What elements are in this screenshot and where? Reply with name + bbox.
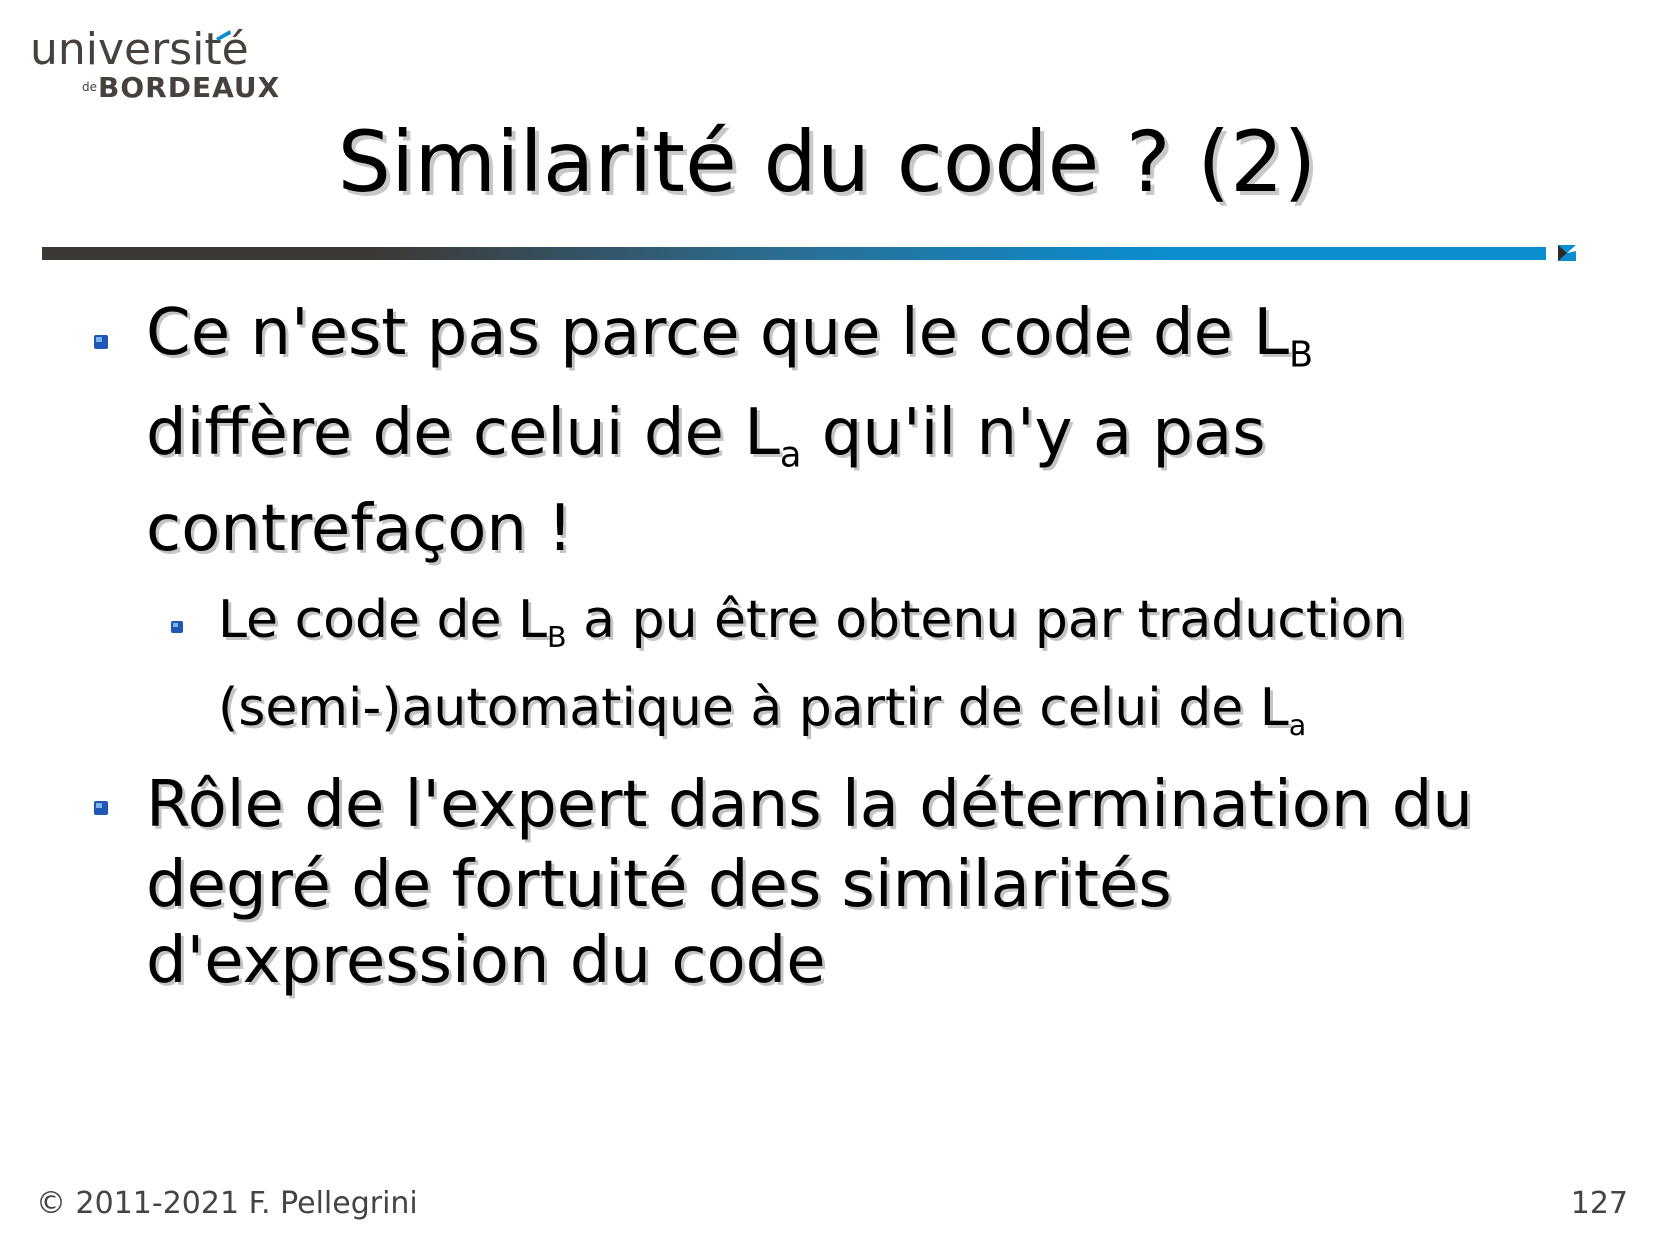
- logo-accent-icon: [216, 30, 231, 41]
- sub-bullet-line-2: (semi-)automatique à partir de celui de …: [218, 678, 1307, 742]
- universite-bordeaux-logo: université de BORDEAUX: [30, 28, 279, 108]
- bullet-2-line-1: Rôle de l'expert dans la détermination d…: [146, 768, 1473, 842]
- divider-end-mark-icon: [1558, 245, 1576, 261]
- bullet-1-line-3: contrefaçon !: [146, 492, 573, 566]
- bullet-2-line-3: d'expression du code: [146, 924, 826, 998]
- bullet-1-line-1: Ce n'est pas parce que le code de LB: [146, 296, 1314, 376]
- sub-bullet-line-1: Le code de LB a pu être obtenu par tradu…: [218, 590, 1406, 654]
- bullet-2-line-2: degré de fortuité des similarités: [146, 848, 1172, 922]
- bullet-icon: [94, 335, 108, 349]
- title-divider: [42, 247, 1546, 260]
- bullet-icon: [94, 801, 108, 815]
- slide-title: Similarité du code ? (2): [337, 113, 1317, 211]
- footer-copyright: © 2011-2021 F. Pellegrini: [36, 1186, 418, 1221]
- sub-bullet-icon: [171, 621, 183, 633]
- bullet-1-line-2: diffère de celui de La qu'il n'y a pas: [146, 396, 1266, 476]
- page-number: 127: [1570, 1186, 1628, 1221]
